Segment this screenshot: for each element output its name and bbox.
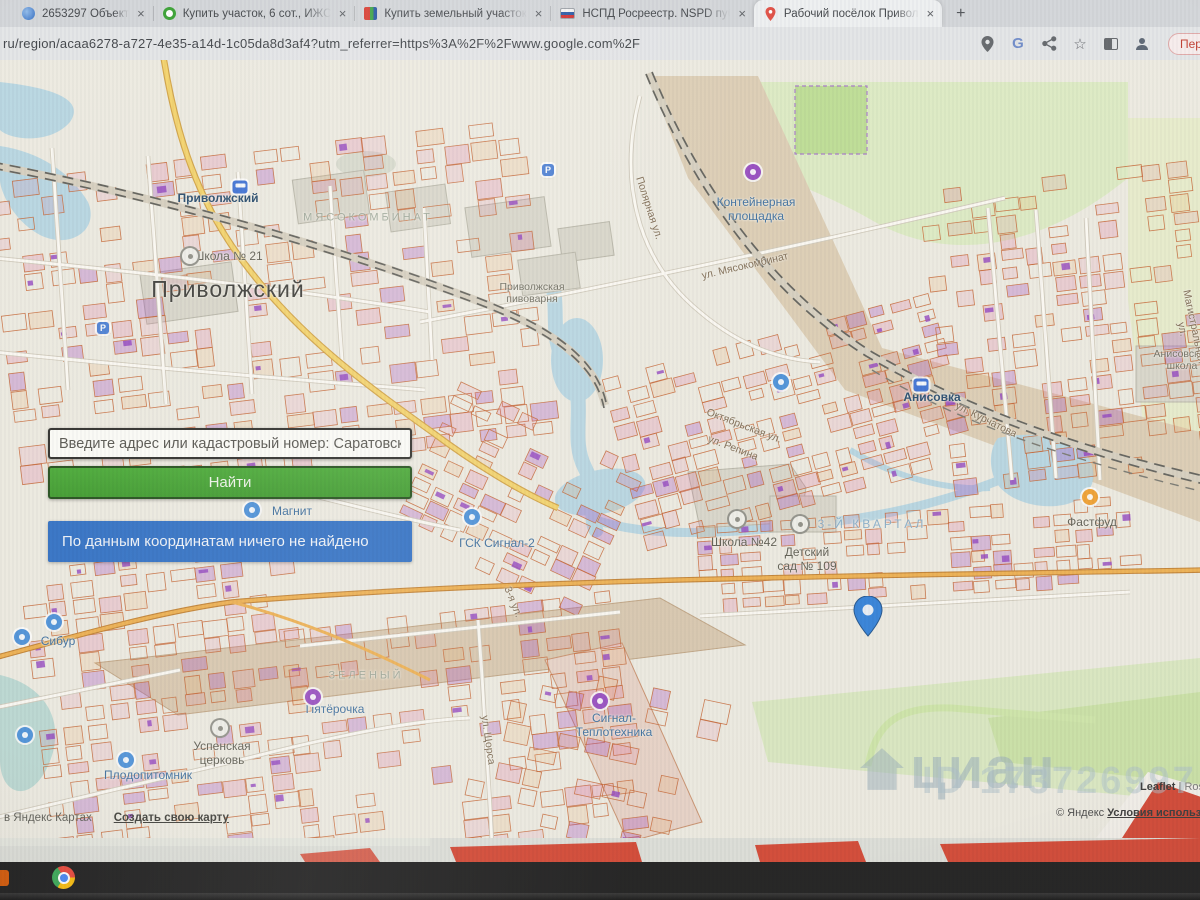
map-label: Пятёрочка xyxy=(306,703,365,717)
school-icon xyxy=(729,511,745,527)
map-label: ул. Мясокомбинат xyxy=(701,250,790,282)
train-station-icon xyxy=(233,181,248,194)
map-label: Плодопитомник xyxy=(104,769,192,783)
map-label: Приволжская пивоварня xyxy=(499,281,564,305)
map-label: Успенская церковь xyxy=(193,740,250,768)
map-label: Анисовка xyxy=(903,391,960,405)
kindergarten-icon xyxy=(792,516,808,532)
taskbar xyxy=(0,862,1200,893)
address-bar[interactable]: ru/region/acaa6278-a727-4e35-a14d-1c05da… xyxy=(0,36,640,51)
chrome-icon[interactable] xyxy=(52,866,75,889)
factory-icon xyxy=(46,614,62,630)
tab-title: Рабочий посёлок Привол xyxy=(784,8,919,20)
profile-icon[interactable] xyxy=(1133,35,1151,53)
green-ring-favicon-icon xyxy=(163,7,176,20)
share-icon[interactable] xyxy=(1040,35,1058,53)
map-canvas[interactable]: Приволжский Школа № 21 МЯСОКОМБИНАТ ул. Мяс… xyxy=(0,60,1200,838)
map-label: 3-я ул. xyxy=(501,585,524,619)
tab-title: НСПД Росреестр. NSPD пуб xyxy=(582,8,730,20)
parking-icon xyxy=(97,322,109,334)
browser-toolbar: ru/region/acaa6278-a727-4e35-a14d-1c05da… xyxy=(0,27,1200,60)
profile-name-pill[interactable]: Пер xyxy=(1168,33,1200,55)
cadastral-search-input[interactable] xyxy=(48,428,412,459)
map-label: ЗЕЛЕНЫЙ xyxy=(328,670,403,683)
tab-title: 2653297 Объект xyxy=(42,8,129,20)
leaflet-attribution: Leaflet | Rosreestr xyxy=(1140,781,1200,793)
red-pin-favicon-icon xyxy=(764,7,777,20)
browser-tab-strip: 2653297 Объект × Купить участок, 6 сот.,… xyxy=(0,0,1200,27)
tab-object[interactable]: 2653297 Объект × xyxy=(12,0,153,27)
shop-icon xyxy=(305,689,321,705)
create-map-link[interactable]: Создать свою карту xyxy=(114,812,229,824)
nursery-icon xyxy=(118,752,134,768)
shop-icon xyxy=(773,374,789,390)
map-label: 3-Й КВАРТАЛ xyxy=(818,518,927,532)
tab-buy-land[interactable]: Купить земельный участок × xyxy=(354,0,550,27)
church-icon xyxy=(212,720,228,736)
new-tab-button[interactable]: + xyxy=(942,0,979,27)
tab-settlement-active[interactable]: Рабочий посёлок Привол × xyxy=(754,0,942,27)
map-label: Школа № 21 xyxy=(193,250,262,264)
globe-favicon-icon xyxy=(22,7,35,20)
map-label: ГСК Сигнал-2 xyxy=(459,537,535,551)
map-label: Сигнал- Теплотехника xyxy=(576,712,653,740)
monitor-bezel xyxy=(0,893,1200,900)
google-icon[interactable]: G xyxy=(1009,35,1027,53)
tab-title: Купить земельный участок xyxy=(384,8,526,20)
map-label: ул. Репина xyxy=(706,433,759,463)
shop-icon xyxy=(244,502,260,518)
yandex-maps-text: в Яндекс Картах xyxy=(4,812,92,824)
location-pin-icon[interactable] xyxy=(978,35,996,53)
not-found-notice: По данным координатам ничего не найдено xyxy=(48,521,412,562)
map-label: Полярная ул. xyxy=(633,175,665,241)
map-label: ул. Курчатова xyxy=(953,400,1018,440)
close-tab-icon[interactable]: × xyxy=(535,7,543,20)
map-label: Приволжский xyxy=(151,276,304,302)
factory-icon xyxy=(592,693,608,709)
search-button[interactable]: Найти xyxy=(48,466,412,499)
factory-icon xyxy=(14,629,30,645)
russian-flag-favicon-icon xyxy=(560,8,575,19)
garage-coop-icon xyxy=(464,509,480,525)
map-marker-pin[interactable] xyxy=(853,596,883,642)
tab-buy-plot[interactable]: Купить участок, 6 сот., ИЖС × xyxy=(153,0,355,27)
poi-icon xyxy=(17,727,33,743)
multicolor-favicon-icon xyxy=(364,7,377,20)
terms-link[interactable]: Условия использования xyxy=(1107,807,1200,819)
page-bottom-banner xyxy=(0,838,1200,862)
map-label: МЯСОКОМБИНАТ xyxy=(303,212,433,225)
map-label: Фастфуд xyxy=(1067,516,1117,530)
map-label: Контейнерная площадка xyxy=(717,196,796,224)
leaflet-link[interactable]: Leaflet xyxy=(1140,781,1175,793)
fastfood-icon xyxy=(1082,489,1098,505)
map-label: Приволжский xyxy=(178,192,259,206)
close-tab-icon[interactable]: × xyxy=(339,7,347,20)
map-label: Детский сад № 109 xyxy=(777,546,836,574)
school-icon xyxy=(182,248,198,264)
source-attribution: Rosreestr xyxy=(1184,781,1200,793)
parking-icon xyxy=(542,164,554,176)
yandex-attribution: © Яндекс Условия использования xyxy=(1056,807,1200,819)
map-label: Сибур xyxy=(41,635,76,649)
bookmark-star-icon[interactable]: ☆ xyxy=(1071,35,1089,53)
close-tab-icon[interactable]: × xyxy=(137,7,145,20)
tab-title: Купить участок, 6 сот., ИЖС xyxy=(183,8,331,20)
close-tab-icon[interactable]: × xyxy=(927,7,935,20)
app-icon[interactable] xyxy=(0,870,9,886)
map-label: Школа №42 xyxy=(711,536,777,550)
map-footer-links: в Яндекс Картах Создать свою карту xyxy=(4,812,229,824)
photographed-monitor: 2653297 Объект × Купить участок, 6 сот.,… xyxy=(0,0,1200,900)
map-label: ул. Щорса xyxy=(479,715,498,766)
map-label: Магнит xyxy=(272,505,312,519)
side-panel-icon[interactable] xyxy=(1102,35,1120,53)
container-site-icon xyxy=(745,164,761,180)
tab-nspd[interactable]: НСПД Росреестр. NSPD пуб × xyxy=(550,0,754,27)
close-tab-icon[interactable]: × xyxy=(738,7,746,20)
train-station-icon xyxy=(914,379,929,392)
